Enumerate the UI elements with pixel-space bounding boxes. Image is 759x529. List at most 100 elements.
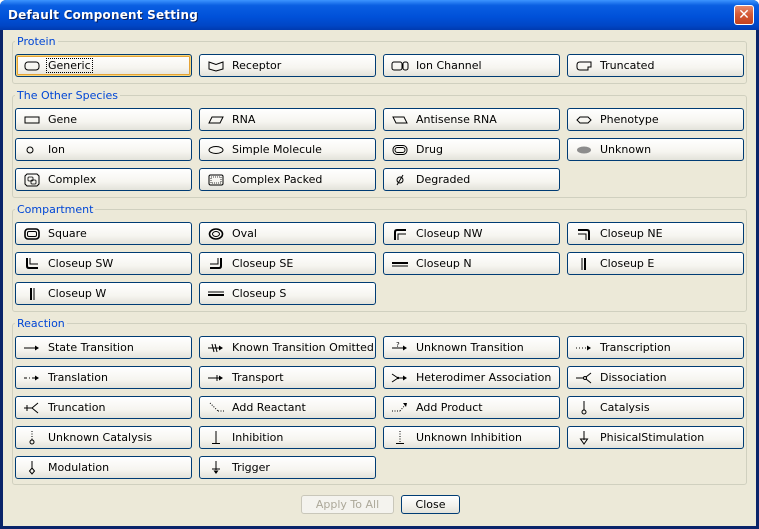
apply-to-all-button[interactable]: Apply To All bbox=[301, 495, 394, 514]
drug-button[interactable]: Drug bbox=[383, 138, 560, 161]
transcription-button[interactable]: Transcription bbox=[567, 336, 744, 359]
inhibition-button[interactable]: Inhibition bbox=[199, 426, 376, 449]
phenotype-icon bbox=[574, 113, 594, 127]
add-product-button[interactable]: Add Product bbox=[383, 396, 560, 419]
unknown-catalysis-button[interactable]: Unknown Catalysis bbox=[15, 426, 192, 449]
ion-button[interactable]: Ion bbox=[15, 138, 192, 161]
unknown-button[interactable]: Unknown bbox=[567, 138, 744, 161]
trigger-label: Trigger bbox=[232, 461, 270, 474]
transport-icon bbox=[206, 371, 226, 385]
truncation-label: Truncation bbox=[48, 401, 106, 414]
closeup-w-label: Closeup W bbox=[48, 287, 107, 300]
antisense-rna-button[interactable]: Antisense RNA bbox=[383, 108, 560, 131]
closeup-n-label: Closeup N bbox=[416, 257, 472, 270]
degraded-label: Degraded bbox=[416, 173, 471, 186]
add-reactant-button[interactable]: Add Reactant bbox=[199, 396, 376, 419]
closeup-se-icon bbox=[206, 257, 226, 271]
catalysis-label: Catalysis bbox=[600, 401, 650, 414]
add-reactant-icon bbox=[206, 401, 226, 415]
truncation-button[interactable]: Truncation bbox=[15, 396, 192, 419]
known-transition-omitted-button[interactable]: Known Transition Omitted bbox=[199, 336, 376, 359]
closeup-nw-button[interactable]: Closeup NW bbox=[383, 222, 560, 245]
physical-stimulation-label: PhisicalStimulation bbox=[600, 431, 705, 444]
unknown-label: Unknown bbox=[600, 143, 652, 156]
closeup-sw-button[interactable]: Closeup SW bbox=[15, 252, 192, 275]
oval-icon bbox=[206, 227, 226, 241]
receptor-button[interactable]: Receptor bbox=[199, 54, 376, 77]
generic-icon bbox=[22, 59, 42, 73]
generic-button[interactable]: Generic bbox=[15, 54, 192, 77]
closeup-s-label: Closeup S bbox=[232, 287, 287, 300]
add-reactant-label: Add Reactant bbox=[232, 401, 306, 414]
dissociation-button[interactable]: Dissociation bbox=[567, 366, 744, 389]
simple-molecule-button[interactable]: Simple Molecule bbox=[199, 138, 376, 161]
gene-button[interactable]: Gene bbox=[15, 108, 192, 131]
translation-button[interactable]: Translation bbox=[15, 366, 192, 389]
transport-button[interactable]: Transport bbox=[199, 366, 376, 389]
inhibition-label: Inhibition bbox=[232, 431, 284, 444]
truncated-button[interactable]: Truncated bbox=[567, 54, 744, 77]
closeup-nw-label: Closeup NW bbox=[416, 227, 483, 240]
unknown-catalysis-icon bbox=[22, 430, 42, 445]
closeup-w-button[interactable]: Closeup W bbox=[15, 282, 192, 305]
complex-button[interactable]: Complex bbox=[15, 168, 192, 191]
gene-label: Gene bbox=[48, 113, 78, 126]
arrow-right-icon bbox=[22, 341, 42, 355]
known-transition-omitted-label: Known Transition Omitted bbox=[232, 341, 374, 354]
dialog-body: Protein Generic Receptor Ion Channel Tru… bbox=[3, 30, 756, 526]
close-button[interactable]: Close bbox=[401, 495, 460, 514]
known-transition-omitted-icon bbox=[206, 341, 226, 355]
drug-label: Drug bbox=[416, 143, 443, 156]
modulation-label: Modulation bbox=[48, 461, 110, 474]
window-close-button[interactable]: ✕ bbox=[734, 5, 754, 25]
complex-icon bbox=[22, 173, 42, 187]
closeup-e-button[interactable]: Closeup E bbox=[567, 252, 744, 275]
unknown-inhibition-icon bbox=[390, 430, 410, 445]
oval-button[interactable]: Oval bbox=[199, 222, 376, 245]
catalysis-icon bbox=[574, 400, 594, 415]
phenotype-label: Phenotype bbox=[600, 113, 659, 126]
closeup-w-icon bbox=[22, 287, 42, 301]
rna-button[interactable]: RNA bbox=[199, 108, 376, 131]
closeup-se-label: Closeup SE bbox=[232, 257, 294, 270]
truncated-icon bbox=[574, 59, 594, 73]
closeup-ne-icon bbox=[574, 227, 594, 241]
generic-label: Generic bbox=[46, 58, 93, 73]
physical-stimulation-button[interactable]: PhisicalStimulation bbox=[567, 426, 744, 449]
closeup-se-button[interactable]: Closeup SE bbox=[199, 252, 376, 275]
closeup-nw-icon bbox=[390, 227, 410, 241]
closeup-sw-icon bbox=[22, 257, 42, 271]
truncation-icon bbox=[22, 401, 42, 415]
title-bar[interactable]: Default Component Setting ✕ bbox=[0, 0, 759, 30]
dissociation-icon bbox=[574, 371, 594, 385]
complex-packed-label: Complex Packed bbox=[232, 173, 323, 186]
catalysis-button[interactable]: Catalysis bbox=[567, 396, 744, 419]
square-button[interactable]: Square bbox=[15, 222, 192, 245]
closeup-s-button[interactable]: Closeup S bbox=[199, 282, 376, 305]
complex-packed-button[interactable]: Complex Packed bbox=[199, 168, 376, 191]
complex-label: Complex bbox=[48, 173, 97, 186]
trigger-button[interactable]: Trigger bbox=[199, 456, 376, 479]
gene-icon bbox=[22, 113, 42, 127]
unknown-transition-label: Unknown Transition bbox=[416, 341, 524, 354]
unknown-inhibition-button[interactable]: Unknown Inhibition bbox=[383, 426, 560, 449]
closeup-ne-button[interactable]: Closeup NE bbox=[567, 222, 744, 245]
modulation-button[interactable]: Modulation bbox=[15, 456, 192, 479]
reaction-group-label: Reaction bbox=[17, 317, 65, 330]
rna-icon bbox=[206, 113, 226, 127]
simple-molecule-label: Simple Molecule bbox=[232, 143, 322, 156]
unknown-transition-button[interactable]: ? Unknown Transition bbox=[383, 336, 560, 359]
ion-channel-button[interactable]: Ion Channel bbox=[383, 54, 560, 77]
phenotype-button[interactable]: Phenotype bbox=[567, 108, 744, 131]
ion-icon bbox=[22, 143, 42, 157]
closeup-sw-label: Closeup SW bbox=[48, 257, 114, 270]
state-transition-button[interactable]: State Transition bbox=[15, 336, 192, 359]
heterodimer-association-button[interactable]: Heterodimer Association bbox=[383, 366, 560, 389]
protein-group-label: Protein bbox=[17, 35, 56, 48]
closeup-n-button[interactable]: Closeup N bbox=[383, 252, 560, 275]
degraded-button[interactable]: Degraded bbox=[383, 168, 560, 191]
svg-text:?: ? bbox=[396, 341, 400, 349]
unknown-transition-icon: ? bbox=[390, 341, 410, 355]
truncated-label: Truncated bbox=[600, 59, 655, 72]
rna-label: RNA bbox=[232, 113, 256, 126]
